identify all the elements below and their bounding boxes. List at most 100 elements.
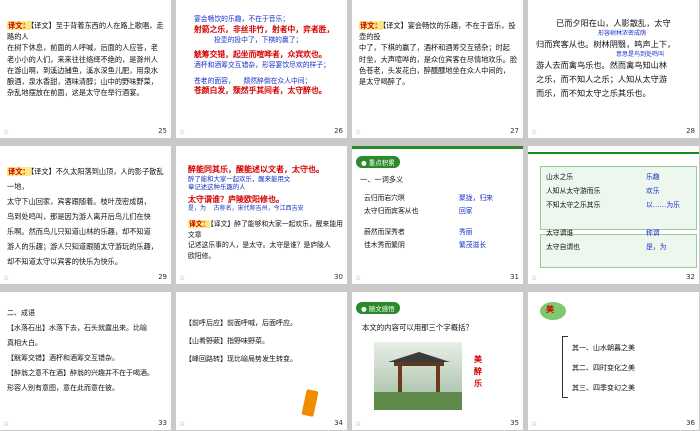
table-row: 蔚然而深秀者 秀丽 [364, 228, 473, 236]
text-line: 已而夕阳在山，人影散乱，太守 [556, 18, 671, 28]
table: 山水之乐 乐趣 人知从太守游而乐 欢乐 不知太守之乐其乐 以……为乐 太守谓谁 称谓 太… [546, 170, 696, 254]
text-line: 游人去而禽鸟乐也。然而禽鸟知山林 [536, 60, 668, 70]
star-icon: ☆ [531, 420, 538, 428]
section-subtitle: 一、一词多义 [360, 175, 404, 184]
text-line: 之乐，而不知人之乐；人知从太守游 [536, 74, 668, 84]
text-line: 真相大白。 [7, 339, 42, 347]
slide-36[interactable]: 美 其一、山水朝暮之美 其二、四时变化之美 其三、四季变幻之美 ☆ 36 [528, 292, 699, 430]
text-line: 译文：【译文】不久太阳落到山顶，人的影子散乱一地， [7, 167, 164, 191]
slide-number: 33 [158, 419, 167, 427]
section-badge: ● 随文感悟 [356, 302, 400, 314]
annotation: 章记述这种乐趣的人 [188, 183, 246, 192]
text-line: 醉能同其乐，醒能述以文者，太守也。 [188, 165, 324, 174]
star-icon: ☆ [3, 420, 10, 428]
text-line: 宴会畅饮的乐趣，不在于音乐； [194, 15, 290, 23]
text-line: 译文：【译文】宴会畅饮的乐趣，不在于音乐，投壶的投 [359, 21, 516, 42]
table-row: 山水之乐 乐趣 [546, 173, 660, 181]
text-line: 酿酒，泉水香甜，酒味清醇；山中的野味野菜， [7, 77, 158, 87]
slide-31[interactable]: ● 重点积累 一、一词多义 云归而岩穴暝 聚拢，归来 太守归而宾客从也 回家 蔚然而… [352, 146, 523, 284]
slide-number: 28 [686, 127, 695, 135]
annotation: 是，为 古称名，宋代称吉州，今江西吉安 [188, 205, 304, 213]
slide-number: 35 [510, 419, 519, 427]
text-line: 老小小的人们，来来往往络绎不绝的，是滁州人 [7, 54, 158, 64]
star-icon: ☆ [531, 128, 538, 136]
text-line: 鸟到处鸣叫，那是因为游人离开后鸟儿们在快 [7, 212, 151, 221]
text-line: 乐啊。然而鸟儿只知道山林的乐趣，却不知道 [7, 227, 151, 236]
text-line: 色苍老，头发花白，醉醺醺地坐在众人中间的， [359, 65, 510, 75]
pavilion-image [374, 342, 462, 410]
text-line: 射箭之乐，非丝非竹，射者中，弈者胜， [194, 24, 335, 34]
slide-number: 31 [510, 273, 519, 281]
answer-chars: 美 醉 乐 [474, 354, 482, 390]
slide-30[interactable]: 醉能同其乐，醒能述以文者，太守也。 醉了能和大家一起欢乐，醒来能用文 章记述这种… [176, 146, 347, 284]
star-icon: ☆ [179, 274, 186, 282]
text-line: 游人的乐趣；游人只知道跟随太守游玩的乐趣， [7, 242, 158, 251]
slide-26[interactable]: 宴会畅饮的乐趣，不在于音乐； 射箭之乐，非丝非竹，射者中，弈者胜， 投壶的投中了… [176, 0, 347, 138]
text-line: 【峰回路转】现比喻局势发生转变。 [185, 355, 297, 363]
table-row: 太守谓谁 称谓 [546, 229, 660, 237]
brace [562, 336, 568, 398]
star-icon: ☆ [355, 274, 362, 282]
star-icon: ☆ [3, 274, 10, 282]
slide-34[interactable]: 【前呼后应】前面呼喊，后面呼应。 【山肴野蔌】指野味野菜。 【峰回路转】现比喻局… [176, 292, 347, 430]
slide-25[interactable]: 译文：【译文】至于背着东西的人在路上歌唱，走路的人 在树下休息，前面的人呼喊，后… [0, 0, 171, 138]
slide-32[interactable]: 山水之乐 乐趣 人知从太守游而乐 欢乐 不知太守之乐其乐 以……为乐 太守谓谁 称谓 太… [528, 146, 699, 284]
star-icon: ☆ [355, 128, 362, 136]
slide-text: 【前呼后应】前面呼喊，后面呼应。 【山肴野蔌】指野味野菜。 【峰回路转】现比喻局… [185, 314, 345, 368]
question-text: 本文的内容可以用那三个字概括？ [362, 323, 473, 332]
slide-number: 32 [686, 273, 695, 281]
table-row: 不知太守之乐其乐 以……为乐 [546, 201, 680, 209]
slide-text: 译文：【译文】至于背着东西的人在路上歌唱，走路的人 在树下休息，前面的人呼喊，后… [7, 20, 167, 98]
top-line [528, 152, 699, 154]
slide-number: 27 [510, 127, 519, 135]
slide-29[interactable]: 译文：【译文】不久太阳落到山顶，人的影子散乱一地， 太守下山回家，宾客跟随着。枝… [0, 146, 171, 284]
text-line: 酒杯和酒筹交互错杂，形容宴饮尽欢的样子； [194, 61, 330, 69]
slide-28[interactable]: 已而夕阳在山，人影散乱，太守 形容树林浓密成荫 归而宾客从也。树林阴翳，鸣声上下… [528, 0, 699, 138]
slide-number: 26 [334, 127, 343, 135]
slide-text: 二、成语 【水落石出】水落下去，石头就露出来。比喻 真相大白。 【觥筹交错】酒杯… [7, 306, 167, 396]
text-line: 时坐，大声喧哗的，是众位宾客在尽情地欢乐。脸 [359, 54, 518, 64]
text-line: 译文：【译文】醉了能够和大家一起欢乐，醒来能用文章 [188, 220, 343, 239]
text-line: 而乐，而不知太守之乐其乐也。 [536, 88, 651, 98]
text-line: 却不知道太守以宾客的快乐为快乐。 [7, 257, 123, 266]
text-line: 太守谓谁？庐陵欧阳修也。 [188, 195, 284, 205]
star-icon: ☆ [179, 420, 186, 428]
table: 云归而岩穴暝 聚拢，归来 太守归而宾客从也 回家 蔚然而深秀者 秀丽 佳木秀而繁阴 繁茂… [364, 192, 514, 252]
slide-number: 29 [158, 273, 167, 281]
text-line: 苍颜白发，颓然乎其间者，太守醉也。 [194, 86, 327, 95]
text-line: 译文：【译文】至于背着东西的人在路上歌唱，走路的人 [7, 21, 164, 42]
annotation: 形容树林浓密成荫 [598, 30, 647, 37]
text-line: 记述这乐事的人，是太守。太守是谁？是庐陵人 [188, 241, 331, 250]
text-line: 【觥筹交错】酒杯和酒筹交互错杂。 [7, 354, 119, 362]
annotation: 意思是鸟到处鸣叫 [616, 51, 665, 58]
slide-text: 译文：【译文】宴会畅饮的乐趣，不在于音乐，投壶的投 中了，下棋的赢了，酒杯和酒筹… [359, 20, 519, 87]
text-line: 杂乱地摆放在前面，这是太守在举行酒宴。 [7, 88, 144, 98]
text-line: 归而宾客从也。树林阴翳，鸣声上下， [536, 39, 676, 49]
slide-35[interactable]: ● 随文感悟 本文的内容可以用那三个字概括？ 美 醉 乐 ☆ 35 [352, 292, 523, 430]
table-row: 人知从太守游而乐 欢乐 [546, 187, 660, 195]
slide-33[interactable]: 二、成语 【水落石出】水落下去，石头就露出来。比喻 真相大白。 【觥筹交错】酒杯… [0, 292, 171, 430]
slide-number: 34 [334, 419, 343, 427]
annotation: 醉了能和大家一起欢乐，醒来能用文 [188, 175, 291, 184]
text-line: 【醉翁之意不在酒】醉翁的兴趣并不在于喝酒。 [7, 369, 154, 377]
text-line: 在树下休息，前面的人呼喊，后面的人应答，老 [7, 43, 158, 53]
list-item: 其一、山水朝暮之美 [572, 344, 635, 352]
answer-char: 乐 [474, 379, 482, 388]
slide-title: 美 [546, 305, 554, 314]
text-line: 苍老的面容， 颓然醉倒在众人中间； [194, 76, 312, 85]
pencil-icon [301, 389, 319, 417]
table-row: 云归而岩穴暝 聚拢，归来 [364, 194, 493, 202]
header-bar [352, 146, 523, 149]
table-row: 太守自谓也 是，为 [546, 243, 667, 251]
slide-text: 醉能同其乐，醒能述以文者，太守也。 醉了能和大家一起欢乐，醒来能用文 章记述这种… [188, 164, 346, 261]
slide-27[interactable]: 译文：【译文】宴会畅饮的乐趣，不在于音乐，投壶的投 中了，下棋的赢了，酒杯和酒筹… [352, 0, 523, 138]
text-line: 【水落石出】水落下去，石头就露出来。比喻 [7, 324, 147, 332]
slide-text: 已而夕阳在山，人影散乱，太守 形容树林浓密成荫 归而宾客从也。树林阴翳，鸣声上下… [536, 16, 696, 100]
slide-text: 译文：【译文】不久太阳落到山顶，人的影子散乱一地， 太守下山回家，宾客跟随着。枝… [7, 164, 167, 269]
section-badge: ● 重点积累 [356, 156, 400, 168]
table-row: 佳木秀而繁阴 繁茂滋长 [364, 241, 487, 249]
text-line: 形容人别有意图，意在此而意在彼。 [7, 384, 119, 392]
list-item: 其二、四时变化之美 [572, 364, 635, 372]
text-line: 【山肴野蔌】指野味野菜。 [185, 337, 269, 345]
text-line: 太守下山回家，宾客跟随着。枝叶茂密成荫， [7, 197, 151, 206]
